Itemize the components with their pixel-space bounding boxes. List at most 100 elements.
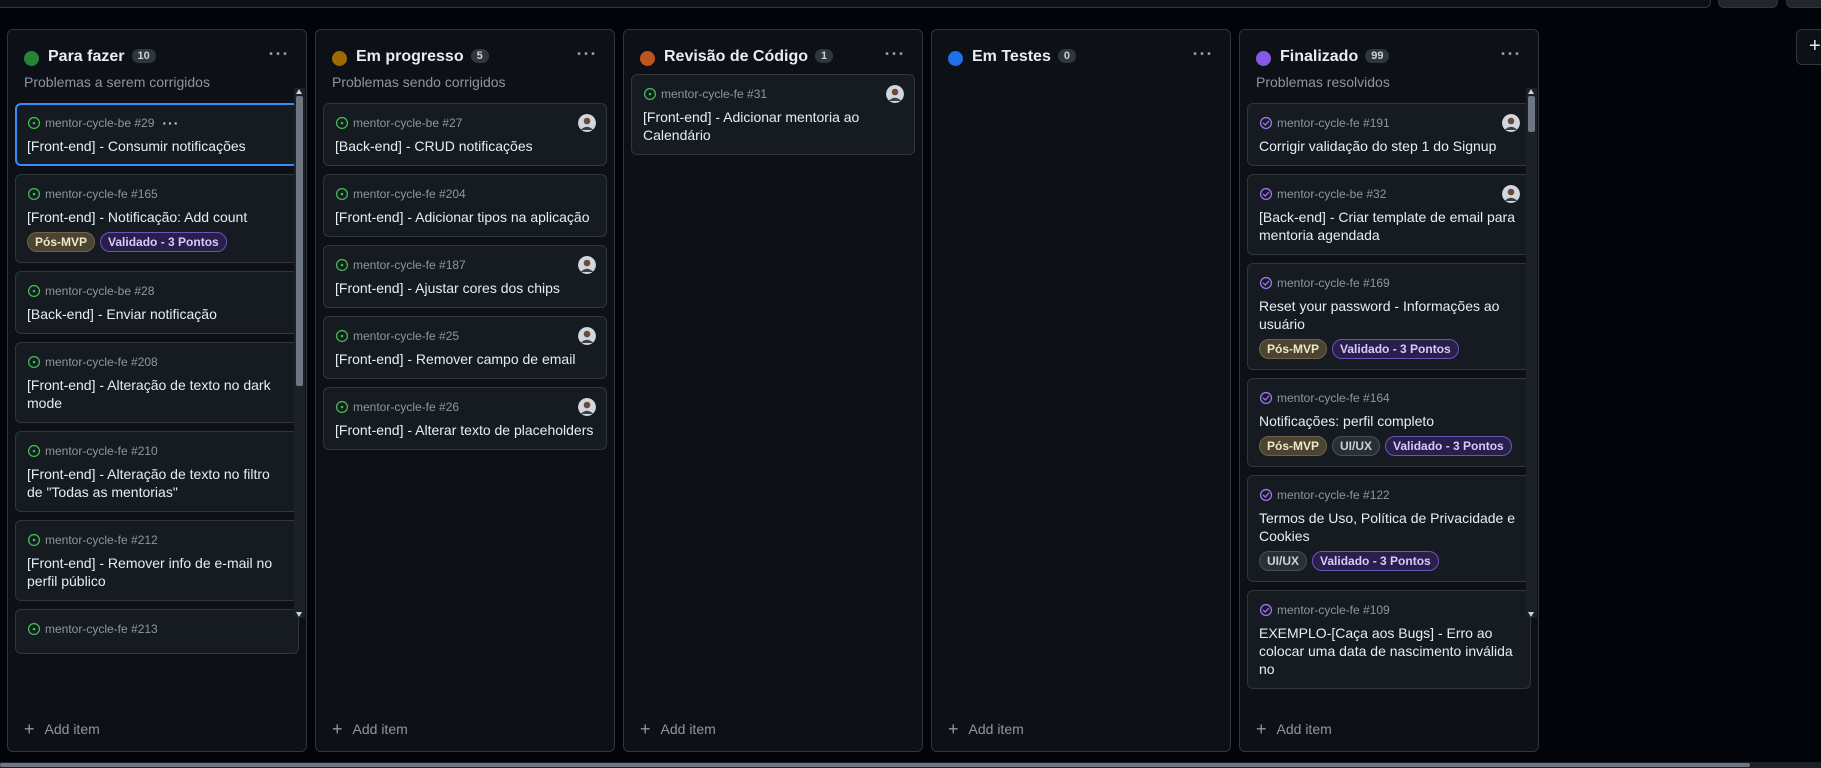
column-scrollbar-thumb[interactable]: [296, 96, 303, 386]
issue-card[interactable]: mentor-cycle-fe #213: [15, 609, 299, 654]
issue-title[interactable]: [Front-end] - Remover campo de email: [335, 350, 595, 368]
issue-label[interactable]: UI/UX: [1259, 551, 1308, 571]
column-scrollbar[interactable]: [294, 88, 305, 618]
column-scrollbar-thumb[interactable]: [1528, 96, 1535, 132]
column-menu-button[interactable]: ···: [880, 44, 910, 68]
add-column-button[interactable]: +: [1796, 29, 1821, 65]
issue-card[interactable]: mentor-cycle-fe #212 [Front-end] - Remove…: [15, 520, 299, 601]
issue-title[interactable]: EXEMPLO-[Caça aos Bugs] - Erro ao coloca…: [1259, 624, 1519, 678]
issue-card[interactable]: mentor-cycle-fe #169 Reset your password …: [1247, 263, 1531, 370]
issue-repo-number[interactable]: mentor-cycle-be #32: [1277, 187, 1386, 201]
scroll-up-arrow-icon[interactable]: [296, 89, 302, 94]
issue-label[interactable]: Validado - 3 Pontos: [1385, 436, 1512, 456]
issue-title[interactable]: [Back-end] - Enviar notificação: [27, 305, 287, 323]
add-item-button[interactable]: + Add item: [1256, 719, 1332, 739]
issue-label[interactable]: Validado - 3 Pontos: [100, 232, 227, 252]
issue-repo-number[interactable]: mentor-cycle-fe #191: [1277, 116, 1390, 130]
issue-repo-number[interactable]: mentor-cycle-be #29: [45, 116, 154, 130]
column-scrollbar[interactable]: [1526, 88, 1537, 618]
filter-input[interactable]: [0, 0, 1711, 8]
issue-card[interactable]: mentor-cycle-fe #187 [Front-end] - Ajusta…: [323, 245, 607, 308]
assignee-avatar[interactable]: [886, 85, 904, 103]
issue-repo-number[interactable]: mentor-cycle-fe #26: [353, 400, 459, 414]
issue-title[interactable]: [Front-end] - Alteração de texto no dark…: [27, 376, 287, 412]
assignee-avatar[interactable]: [1502, 185, 1520, 203]
add-item-button[interactable]: + Add item: [640, 719, 716, 739]
add-item-button[interactable]: + Add item: [948, 719, 1024, 739]
issue-repo-number[interactable]: mentor-cycle-fe #122: [1277, 488, 1390, 502]
issue-repo-number[interactable]: mentor-cycle-be #27: [353, 116, 462, 130]
issue-card[interactable]: mentor-cycle-fe #165 [Front-end] - Notifi…: [15, 174, 299, 263]
issue-title[interactable]: [Back-end] - CRUD notificações: [335, 137, 595, 155]
issue-label[interactable]: Validado - 3 Pontos: [1332, 339, 1459, 359]
issue-card[interactable]: mentor-cycle-fe #191 Corrigir validação d…: [1247, 103, 1531, 166]
assignee-avatar[interactable]: [578, 114, 596, 132]
issue-repo-number[interactable]: mentor-cycle-fe #109: [1277, 603, 1390, 617]
column-menu-button[interactable]: ···: [572, 44, 602, 68]
issue-repo-number[interactable]: mentor-cycle-fe #25: [353, 329, 459, 343]
scroll-down-arrow-icon[interactable]: [296, 612, 302, 617]
issue-title[interactable]: Notificações: perfil completo: [1259, 412, 1519, 430]
issue-label[interactable]: UI/UX: [1332, 436, 1381, 456]
issue-repo-number[interactable]: mentor-cycle-fe #213: [45, 622, 158, 636]
issue-repo-number[interactable]: mentor-cycle-fe #208: [45, 355, 158, 369]
issue-title[interactable]: Reset your password - Informações ao usu…: [1259, 297, 1519, 333]
issue-label[interactable]: Pós-MVP: [27, 232, 96, 252]
issue-card[interactable]: mentor-cycle-fe #208 [Front-end] - Altera…: [15, 342, 299, 423]
issue-title[interactable]: [Front-end] - Adicionar mentoria ao Cale…: [643, 108, 903, 144]
issue-card[interactable]: mentor-cycle-be #27 [Back-end] - CRUD not…: [323, 103, 607, 166]
add-item-button[interactable]: + Add item: [24, 719, 100, 739]
issue-title[interactable]: [Front-end] - Alteração de texto no filt…: [27, 465, 287, 501]
issue-title[interactable]: [Front-end] - Notificação: Add count: [27, 208, 287, 226]
column-menu-button[interactable]: ···: [264, 44, 294, 68]
card-menu-button[interactable]: ···: [162, 115, 179, 131]
issue-card[interactable]: mentor-cycle-fe #204 [Front-end] - Adicio…: [323, 174, 607, 237]
horizontal-scrollbar[interactable]: [0, 762, 1821, 768]
add-item-button[interactable]: + Add item: [332, 719, 408, 739]
issue-label[interactable]: Pós-MVP: [1259, 436, 1328, 456]
toolbar-button[interactable]: [1718, 0, 1778, 8]
issue-title[interactable]: [Front-end] - Adicionar tipos na aplicaç…: [335, 208, 595, 226]
assignee-avatar[interactable]: [578, 256, 596, 274]
issue-card[interactable]: mentor-cycle-fe #164 Notificações: perfil…: [1247, 378, 1531, 467]
horizontal-scrollbar-thumb[interactable]: [0, 763, 1750, 767]
issue-card[interactable]: mentor-cycle-fe #26 [Front-end] - Alterar…: [323, 387, 607, 450]
issue-repo-number[interactable]: mentor-cycle-be #28: [45, 284, 154, 298]
issue-card[interactable]: mentor-cycle-fe #31 [Front-end] - Adicion…: [631, 74, 915, 155]
issue-title[interactable]: [Front-end] - Alterar texto de placehold…: [335, 421, 595, 439]
issue-card[interactable]: mentor-cycle-be #32 [Back-end] - Criar te…: [1247, 174, 1531, 255]
column-header: Finalizado 99 ···: [1256, 44, 1526, 70]
issue-repo-number[interactable]: mentor-cycle-fe #210: [45, 444, 158, 458]
issue-card[interactable]: mentor-cycle-fe #210 [Front-end] - Altera…: [15, 431, 299, 512]
issue-card[interactable]: mentor-cycle-be #29 ··· [Front-end] - Cons…: [15, 103, 299, 166]
issue-repo-number[interactable]: mentor-cycle-fe #169: [1277, 276, 1390, 290]
assignee-avatar[interactable]: [1502, 114, 1520, 132]
issue-repo-number[interactable]: mentor-cycle-fe #165: [45, 187, 158, 201]
issue-card[interactable]: mentor-cycle-fe #109 EXEMPLO-[Caça aos Bu…: [1247, 590, 1531, 689]
issue-title[interactable]: [Front-end] - Ajustar cores dos chips: [335, 279, 595, 297]
issue-open-icon: [27, 444, 41, 458]
column-menu-button[interactable]: ···: [1188, 44, 1218, 68]
issue-card[interactable]: mentor-cycle-fe #122 Termos de Uso, Polít…: [1247, 475, 1531, 582]
issue-repo-number[interactable]: mentor-cycle-fe #212: [45, 533, 158, 547]
issue-label[interactable]: Pós-MVP: [1259, 339, 1328, 359]
column-menu-button[interactable]: ···: [1496, 44, 1526, 68]
issue-title[interactable]: [Back-end] - Criar template de email par…: [1259, 208, 1519, 244]
issue-title[interactable]: Corrigir validação do step 1 do Signup: [1259, 137, 1519, 155]
toolbar-button[interactable]: [1786, 0, 1821, 8]
column-card-list: mentor-cycle-be #29 ··· [Front-end] - Cons…: [15, 103, 299, 711]
issue-repo-number[interactable]: mentor-cycle-fe #164: [1277, 391, 1390, 405]
issue-card[interactable]: mentor-cycle-fe #25 [Front-end] - Remover…: [323, 316, 607, 379]
issue-title[interactable]: Termos de Uso, Política de Privacidade e…: [1259, 509, 1519, 545]
scroll-down-arrow-icon[interactable]: [1528, 612, 1534, 617]
issue-repo-number[interactable]: mentor-cycle-fe #187: [353, 258, 466, 272]
issue-card[interactable]: mentor-cycle-be #28 [Back-end] - Enviar n…: [15, 271, 299, 334]
issue-title[interactable]: [Front-end] - Consumir notificações: [27, 137, 287, 155]
assignee-avatar[interactable]: [578, 398, 596, 416]
scroll-up-arrow-icon[interactable]: [1528, 89, 1534, 94]
issue-repo-number[interactable]: mentor-cycle-fe #204: [353, 187, 466, 201]
issue-label[interactable]: Validado - 3 Pontos: [1312, 551, 1439, 571]
issue-title[interactable]: [Front-end] - Remover info de e-mail no …: [27, 554, 287, 590]
issue-repo-number[interactable]: mentor-cycle-fe #31: [661, 87, 767, 101]
assignee-avatar[interactable]: [578, 327, 596, 345]
